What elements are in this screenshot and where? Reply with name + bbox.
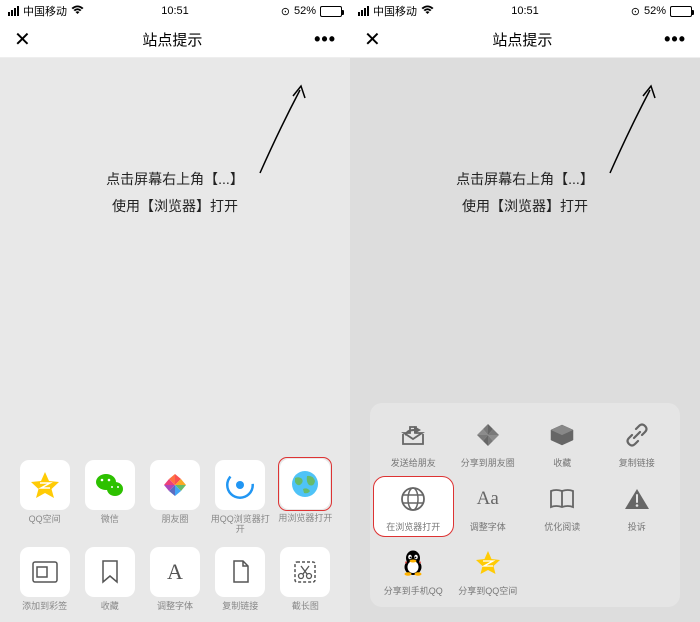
copy-link-label: 复制链接 <box>222 601 258 612</box>
header: ✕ 站点提示 ••• <box>350 22 700 58</box>
phone-screenshot-right: 中国移动 10:51 ⊙ 52% ✕ 站点提示 ••• 点击屏幕右上角【...】… <box>350 0 700 622</box>
font-aa-icon: Aa <box>477 488 499 510</box>
share-moments-label: 分享到朋友圈 <box>461 456 515 469</box>
screenshot-label: 截长图 <box>292 601 319 612</box>
share-sheet-left: QQ空间 微信 朋友圈 用QQ浏览器打开 用浏览器打开 <box>0 460 350 612</box>
page-title: 站点提示 <box>142 29 202 50</box>
globe-icon <box>291 470 319 498</box>
alarm-icon: ⊙ <box>281 5 290 18</box>
arrow-icon <box>245 78 315 178</box>
share-moments[interactable]: 分享到朋友圈 <box>453 419 524 469</box>
open-browser-highlighted[interactable] <box>278 457 332 511</box>
alarm-icon: ⊙ <box>631 5 640 18</box>
copy-link[interactable]: 复制链接 <box>602 419 673 469</box>
more-button[interactable]: ••• <box>314 29 336 50</box>
phone-screenshot-left: 中国移动 10:51 ⊙ 52% ✕ 站点提示 ••• 点击屏幕右上角【...】… <box>0 0 350 622</box>
open-browser-label: 在浏览器打开 <box>386 520 440 533</box>
battery-icon <box>670 6 692 17</box>
qzone-star-icon <box>475 550 501 576</box>
wifi-icon <box>71 5 84 18</box>
report[interactable]: 投诉 <box>602 483 673 533</box>
report-label: 投诉 <box>628 520 646 533</box>
collect-label: 收藏 <box>553 456 571 469</box>
instruction-line1: 点击屏幕右上角【...】 <box>0 166 350 193</box>
wifi-icon <box>421 5 434 18</box>
share-qq-label: 分享到手机QQ <box>384 584 443 597</box>
optimize-read-label: 优化阅读 <box>544 520 580 533</box>
signal-icon <box>358 6 369 16</box>
collect[interactable]: 收藏 <box>527 419 598 469</box>
instruction-area: 点击屏幕右上角【...】 使用【浏览器】打开 <box>0 58 350 268</box>
copy-icon <box>230 560 250 584</box>
arrow-icon <box>595 78 665 178</box>
battery-percent: 52% <box>294 5 316 17</box>
copy-link[interactable]: 复制链接 <box>211 547 270 612</box>
box-icon <box>549 422 575 448</box>
bookmark-box-icon <box>32 561 58 583</box>
instruction-line2: 使用【浏览器】打开 <box>0 193 350 220</box>
open-browser-label: 用浏览器打开 <box>278 513 332 524</box>
link-icon <box>625 423 649 447</box>
book-icon <box>549 488 575 510</box>
adjust-font-label: 调整字体 <box>470 520 506 533</box>
more-button[interactable]: ••• <box>664 29 686 50</box>
clock: 10:51 <box>119 5 230 17</box>
instruction-line2: 使用【浏览器】打开 <box>350 193 700 220</box>
share-moments-label: 朋友圈 <box>161 514 188 525</box>
screenshot[interactable]: 截长图 <box>276 547 335 612</box>
warning-icon <box>624 487 650 511</box>
share-qzone-label: 分享到QQ空间 <box>458 584 517 597</box>
page-title: 站点提示 <box>492 29 552 50</box>
add-bookmark-label: 添加到彩签 <box>22 601 67 612</box>
share-sheet-right: 发送给朋友 分享到朋友圈 收藏 复制链接 在浏览器打开 Aa 调整字体 <box>370 403 680 607</box>
header: ✕ 站点提示 ••• <box>0 22 350 58</box>
add-bookmark[interactable]: 添加到彩签 <box>15 547 74 612</box>
wechat-icon <box>95 472 125 498</box>
share-qzone[interactable]: QQ空间 <box>15 460 74 536</box>
open-qqbrowser[interactable]: 用QQ浏览器打开 <box>211 460 270 536</box>
adjust-font-label: 调整字体 <box>157 601 193 612</box>
qqbrowser-icon <box>226 471 254 499</box>
close-button[interactable]: ✕ <box>14 27 31 52</box>
carrier-label: 中国移动 <box>373 3 417 19</box>
status-bar: 中国移动 10:51 ⊙ 52% <box>350 0 700 22</box>
share-qzone[interactable]: 分享到QQ空间 <box>453 547 524 597</box>
qzone-icon <box>30 470 60 500</box>
font-icon: A <box>167 559 183 585</box>
share-qzone-label: QQ空间 <box>29 514 61 525</box>
copy-link-label: 复制链接 <box>619 456 655 469</box>
send-friend-label: 发送给朋友 <box>391 456 436 469</box>
close-button[interactable]: ✕ <box>364 27 381 52</box>
status-bar: 中国移动 10:51 ⊙ 52% <box>0 0 350 22</box>
open-qqbrowser-label: 用QQ浏览器打开 <box>211 514 270 536</box>
battery-icon <box>320 6 342 17</box>
share-wechat-label: 微信 <box>101 514 119 525</box>
adjust-font[interactable]: A 调整字体 <box>145 547 204 612</box>
open-browser-highlighted[interactable]: 在浏览器打开 <box>373 476 454 537</box>
qq-penguin-icon <box>402 550 424 576</box>
favorite-label: 收藏 <box>101 601 119 612</box>
clock: 10:51 <box>469 5 580 17</box>
share-moments[interactable]: 朋友圈 <box>145 460 204 536</box>
favorite[interactable]: 收藏 <box>80 547 139 612</box>
moments-mono-icon <box>475 422 501 448</box>
adjust-font[interactable]: Aa 调整字体 <box>453 483 524 533</box>
send-friend[interactable]: 发送给朋友 <box>378 419 449 469</box>
optimize-read[interactable]: 优化阅读 <box>527 483 598 533</box>
scissors-icon <box>293 560 317 584</box>
signal-icon <box>8 6 19 16</box>
bookmark-icon <box>101 560 119 584</box>
battery-percent: 52% <box>644 5 666 17</box>
instruction-line1: 点击屏幕右上角【...】 <box>350 166 700 193</box>
share-wechat[interactable]: 微信 <box>80 460 139 536</box>
share-qq[interactable]: 分享到手机QQ <box>378 547 449 597</box>
globe-outline-icon <box>400 486 426 512</box>
instruction-area: 点击屏幕右上角【...】 使用【浏览器】打开 <box>350 58 700 268</box>
share-arrow-icon <box>400 424 426 446</box>
carrier-label: 中国移动 <box>23 3 67 19</box>
moments-icon <box>161 471 189 499</box>
